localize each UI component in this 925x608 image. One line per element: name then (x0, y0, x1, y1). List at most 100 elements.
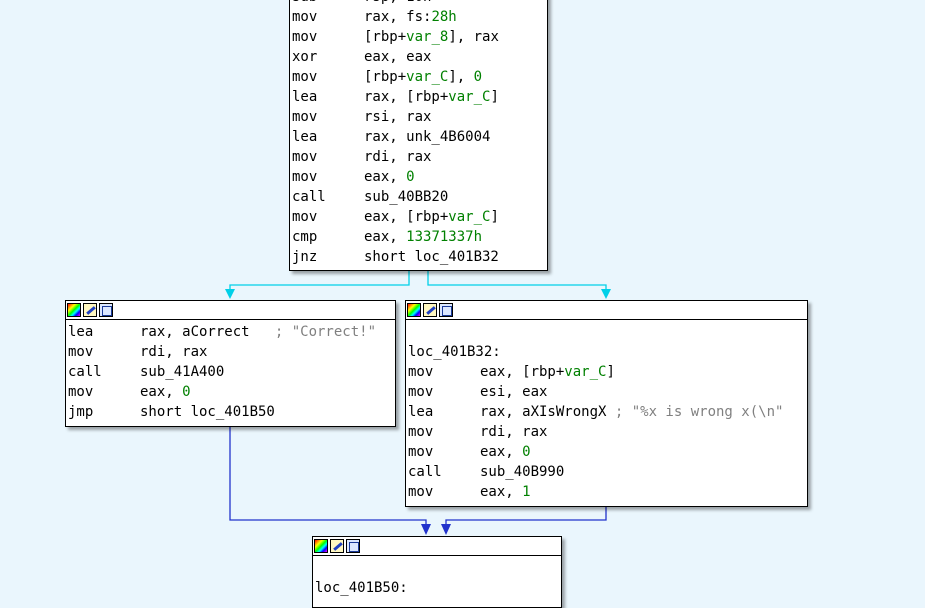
immediate-value: 0 (522, 444, 531, 460)
graph-view-icon[interactable] (99, 303, 113, 317)
asm-line[interactable]: jnz short loc_401B32 (292, 247, 545, 267)
edit-pencil-icon[interactable] (83, 303, 97, 317)
asm-line[interactable]: mov esi, eax (408, 382, 805, 402)
asm-line[interactable]: mov eax, [rbp+var_C] (408, 362, 805, 382)
stack-variable: var_8 (406, 29, 449, 45)
asm-line[interactable]: mov eax, 0 (292, 167, 545, 187)
asm-line[interactable]: mov rdi, rax (68, 342, 393, 362)
mnemonic: mov (408, 424, 434, 440)
operand: ] (490, 209, 499, 225)
operand: ] (490, 89, 499, 105)
bottom-block-titlebar (313, 537, 561, 556)
operand: ], rax (448, 29, 499, 45)
asm-line[interactable]: lea rax, [rbp+var_C] (292, 87, 545, 107)
asm-line[interactable]: mov rsi, rax (292, 107, 545, 127)
edge-left-to-bottom (229, 426, 427, 532)
right-block-code: loc_401B32: mov eax, [rbp+var_C] mov esi, ea… (406, 320, 807, 506)
edit-pencil-icon[interactable] (330, 539, 344, 553)
operand: ], (448, 69, 474, 85)
edge-false-branch (427, 270, 607, 296)
left-block-code: lea rax, aCorrect ; "Correct!" mov rdi, rax… (66, 320, 395, 426)
operand: sub_41A400 (140, 364, 225, 380)
mnemonic: lea (68, 324, 94, 340)
operand: eax, (480, 444, 523, 460)
color-palette-icon[interactable] (407, 303, 421, 317)
asm-line[interactable]: call sub_41A400 (68, 362, 393, 382)
mnemonic: mov (408, 384, 434, 400)
stack-variable: var_C (448, 209, 491, 225)
mnemonic: lea (292, 89, 318, 105)
mnemonic: mov (408, 364, 434, 380)
asm-line[interactable]: lea rax, unk_4B6004 (292, 127, 545, 147)
code-label: loc_401B32: (408, 344, 501, 360)
asm-line[interactable]: loc_401B32: (408, 342, 805, 362)
asm-line[interactable]: lea rax, aXIsWrongX ; "%x is wrong x(\n" (408, 402, 805, 422)
mnemonic: lea (292, 129, 318, 145)
operand: [rbp+ (364, 69, 407, 85)
edge-false-arrowhead (601, 289, 611, 299)
mnemonic: mov (292, 169, 318, 185)
top-block-code: subrsp, 10hmovrax, fs:28hmov[rbp+var_8],… (290, 0, 547, 271)
immediate-value: 0 (406, 169, 415, 185)
operand: eax, eax (364, 49, 432, 65)
operand: rax, aXIsWrongX (480, 404, 615, 420)
asm-line[interactable]: call sub_40BB20 (292, 187, 545, 207)
bottom-block-code: loc_401B50: (313, 556, 561, 602)
asm-line[interactable]: mov rdi, rax (408, 422, 805, 442)
operand: rax, aCorrect (140, 324, 275, 340)
operand: ] (606, 364, 615, 380)
asm-line[interactable]: mov eax, 1 (408, 482, 805, 502)
edge-left-arrowhead (421, 524, 431, 535)
asm-line[interactable]: jmp short loc_401B50 (68, 402, 393, 422)
asm-line[interactable]: xor eax, eax (292, 47, 545, 67)
operand: rax, unk_4B6004 (364, 129, 491, 145)
asm-line[interactable]: mov eax, [rbp+var_C] (292, 207, 545, 227)
asm-line[interactable]: mov rax, fs:28h (292, 7, 545, 27)
graph-view-icon[interactable] (439, 303, 453, 317)
asm-line[interactable]: subrsp, 10h (292, 0, 545, 7)
asm-line[interactable]: mov rdi, rax (292, 147, 545, 167)
asm-line[interactable]: cmp eax, 13371337h (292, 227, 545, 247)
stack-variable: var_C (448, 89, 491, 105)
edit-pencil-icon[interactable] (423, 303, 437, 317)
top-basic-block[interactable]: subrsp, 10hmovrax, fs:28hmov[rbp+var_8],… (289, 0, 548, 271)
asm-line[interactable]: call sub_40B990 (408, 462, 805, 482)
operand: eax, [rbp+ (364, 209, 449, 225)
mnemonic: mov (68, 384, 94, 400)
edge-right-to-bottom (445, 505, 607, 532)
asm-line[interactable]: mov eax, 0 (68, 382, 393, 402)
operand: rsp, 10h (364, 0, 431, 5)
asm-line[interactable]: lea rax, aCorrect ; "Correct!" (68, 322, 393, 342)
mnemonic: sub (292, 0, 364, 7)
immediate-value: 0 (182, 384, 191, 400)
operand: eax, (140, 384, 183, 400)
mnemonic: mov (292, 149, 318, 165)
asm-line[interactable]: mov eax, 0 (408, 442, 805, 462)
mnemonic: mov (408, 484, 434, 500)
mnemonic: mov (292, 209, 318, 225)
operand: rdi, rax (364, 149, 432, 165)
asm-line[interactable] (408, 322, 805, 342)
mnemonic: jmp (68, 404, 94, 420)
mnemonic: xor (292, 49, 318, 65)
operand: eax, (364, 229, 407, 245)
bottom-basic-block[interactable]: loc_401B50: (312, 536, 562, 608)
color-palette-icon[interactable] (314, 539, 328, 553)
graph-view-icon[interactable] (346, 539, 360, 553)
operand: sub_40BB20 (364, 189, 449, 205)
asm-line[interactable]: mov [rbp+var_C], 0 (292, 67, 545, 87)
stack-variable: var_C (406, 69, 449, 85)
operand: rsi, rax (364, 109, 432, 125)
right-basic-block[interactable]: loc_401B32: mov eax, [rbp+var_C] mov esi, ea… (405, 300, 808, 507)
operand: rdi, rax (480, 424, 548, 440)
mnemonic: mov (292, 109, 318, 125)
operand: esi, eax (480, 384, 548, 400)
asm-line[interactable] (315, 558, 559, 578)
immediate-value: 13371337h (406, 229, 483, 245)
operand: rax, [rbp+ (364, 89, 449, 105)
mnemonic: lea (408, 404, 434, 420)
left-basic-block[interactable]: lea rax, aCorrect ; "Correct!" mov rdi, rax… (65, 300, 396, 427)
asm-line[interactable]: loc_401B50: (315, 578, 559, 598)
asm-line[interactable]: mov [rbp+var_8], rax (292, 27, 545, 47)
color-palette-icon[interactable] (67, 303, 81, 317)
